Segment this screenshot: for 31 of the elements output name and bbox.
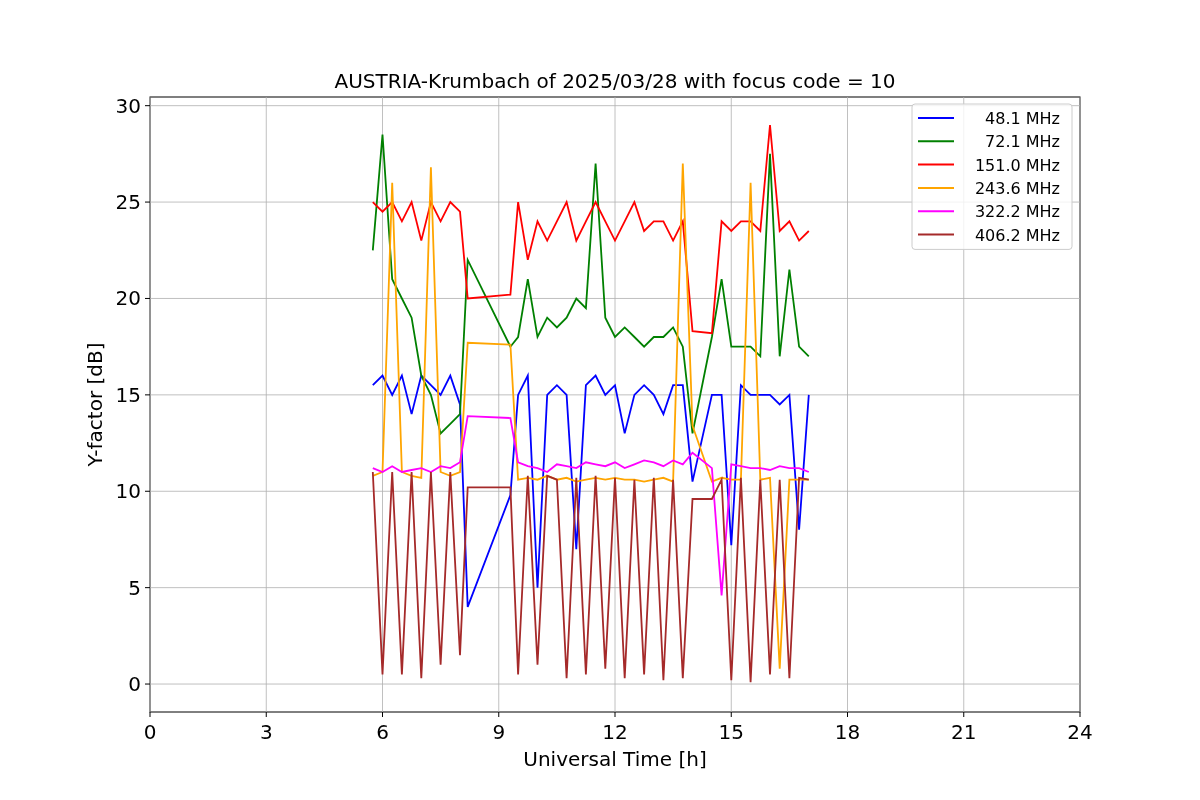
legend-label: 48.1 MHz (985, 109, 1060, 128)
legend-label: 151.0 MHz (974, 155, 1060, 175)
tick-label: 30 (115, 93, 141, 118)
tick-label: 20 (115, 286, 141, 311)
tick-label: 9 (492, 720, 506, 744)
legend-line (917, 117, 955, 119)
legend-label: 406.2 MHz (974, 225, 1060, 245)
y-axis-label: Y-factor [dB] (83, 342, 107, 467)
tick-label: 3 (259, 720, 273, 744)
tick-label: 24 (1067, 720, 1093, 744)
tick-label: 25 (115, 190, 141, 215)
tick-label: 18 (834, 720, 861, 744)
chart-title: AUSTRIA-Krumbach of 2025/03/28 with focus code = 10 (334, 69, 896, 93)
legend-line (917, 163, 955, 166)
x-axis-label: Universal Time [h] (523, 747, 707, 771)
tick-label: 15 (115, 382, 141, 407)
legend-label: 243.6 MHz (974, 178, 1060, 198)
tick-label: 6 (376, 720, 389, 744)
tick-label: 21 (951, 720, 977, 744)
tick-label: 12 (602, 720, 628, 744)
legend-label: 72.1 MHz (985, 132, 1060, 152)
legend-line (917, 210, 955, 213)
tick-label: 0 (143, 720, 157, 744)
legend-label: 322.2 MHz (974, 202, 1060, 222)
tick-label: 0 (128, 672, 141, 697)
legend-line (917, 233, 955, 236)
tick-label: 5 (128, 575, 141, 600)
tick-label: 15 (718, 720, 744, 744)
legend-line (917, 186, 955, 189)
tick-label: 10 (115, 479, 141, 504)
legend-line (917, 140, 955, 143)
